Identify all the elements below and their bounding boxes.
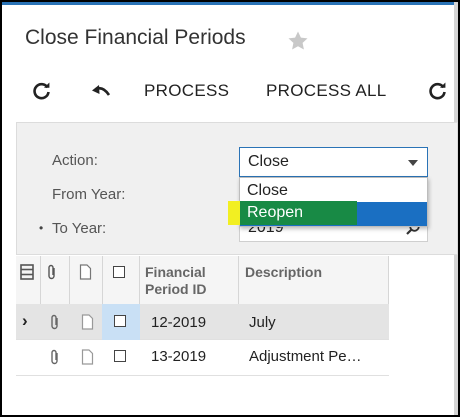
column-divider [238, 256, 239, 304]
column-divider [40, 256, 41, 304]
period-id-cell[interactable]: 12-2019 [151, 314, 206, 331]
process-button[interactable]: PROCESS [144, 77, 229, 105]
action-label: Action: [52, 152, 98, 169]
undo-icon [92, 85, 111, 96]
note-icon[interactable] [81, 314, 94, 330]
option-reopen[interactable]: Reopen [247, 201, 303, 225]
page-title: Close Financial Periods [25, 26, 246, 49]
column-divider [102, 256, 103, 304]
period-id-cell[interactable]: 13-2019 [151, 348, 206, 365]
attachment-icon[interactable] [49, 349, 61, 366]
schedule-button[interactable] [428, 77, 450, 105]
column-divider [388, 256, 389, 304]
refresh-button[interactable] [32, 77, 52, 105]
top-accent-bar [2, 2, 458, 5]
from-year-label: From Year: [52, 186, 126, 203]
header-description[interactable]: Description [245, 264, 322, 281]
process-all-button[interactable]: PROCESS ALL [266, 77, 386, 105]
column-divider [69, 256, 70, 304]
action-select[interactable]: Close [239, 147, 428, 177]
select-all-checkbox[interactable] [113, 266, 125, 278]
required-marker: • [39, 221, 44, 235]
to-year-label: To Year: [52, 220, 107, 237]
row-checkbox[interactable] [114, 350, 126, 362]
header-financial-period-line2[interactable]: Period ID [145, 281, 206, 298]
attachment-header-icon [48, 264, 55, 280]
row-checkbox[interactable] [114, 315, 126, 327]
chevron-down-icon [408, 160, 418, 166]
description-cell[interactable]: July [249, 314, 276, 331]
note-icon[interactable] [81, 349, 94, 365]
undo-button[interactable] [90, 77, 112, 105]
refresh-icon [33, 82, 50, 100]
header-financial-period-line1[interactable]: Financial [145, 264, 206, 281]
window: Close Financial Periods PROCESS PROCESS … [0, 0, 460, 417]
attachment-icon[interactable] [49, 314, 61, 331]
column-chooser-icon[interactable] [20, 264, 34, 280]
note-header-icon [79, 264, 92, 280]
action-select-value: Close [248, 153, 289, 170]
current-row-indicator: › [22, 311, 28, 330]
option-close[interactable]: Close [240, 179, 427, 203]
column-divider [139, 256, 140, 304]
favorite-star-icon[interactable] [286, 29, 310, 53]
schedule-icon [429, 82, 446, 100]
description-cell[interactable]: Adjustment Pe… [249, 348, 362, 365]
